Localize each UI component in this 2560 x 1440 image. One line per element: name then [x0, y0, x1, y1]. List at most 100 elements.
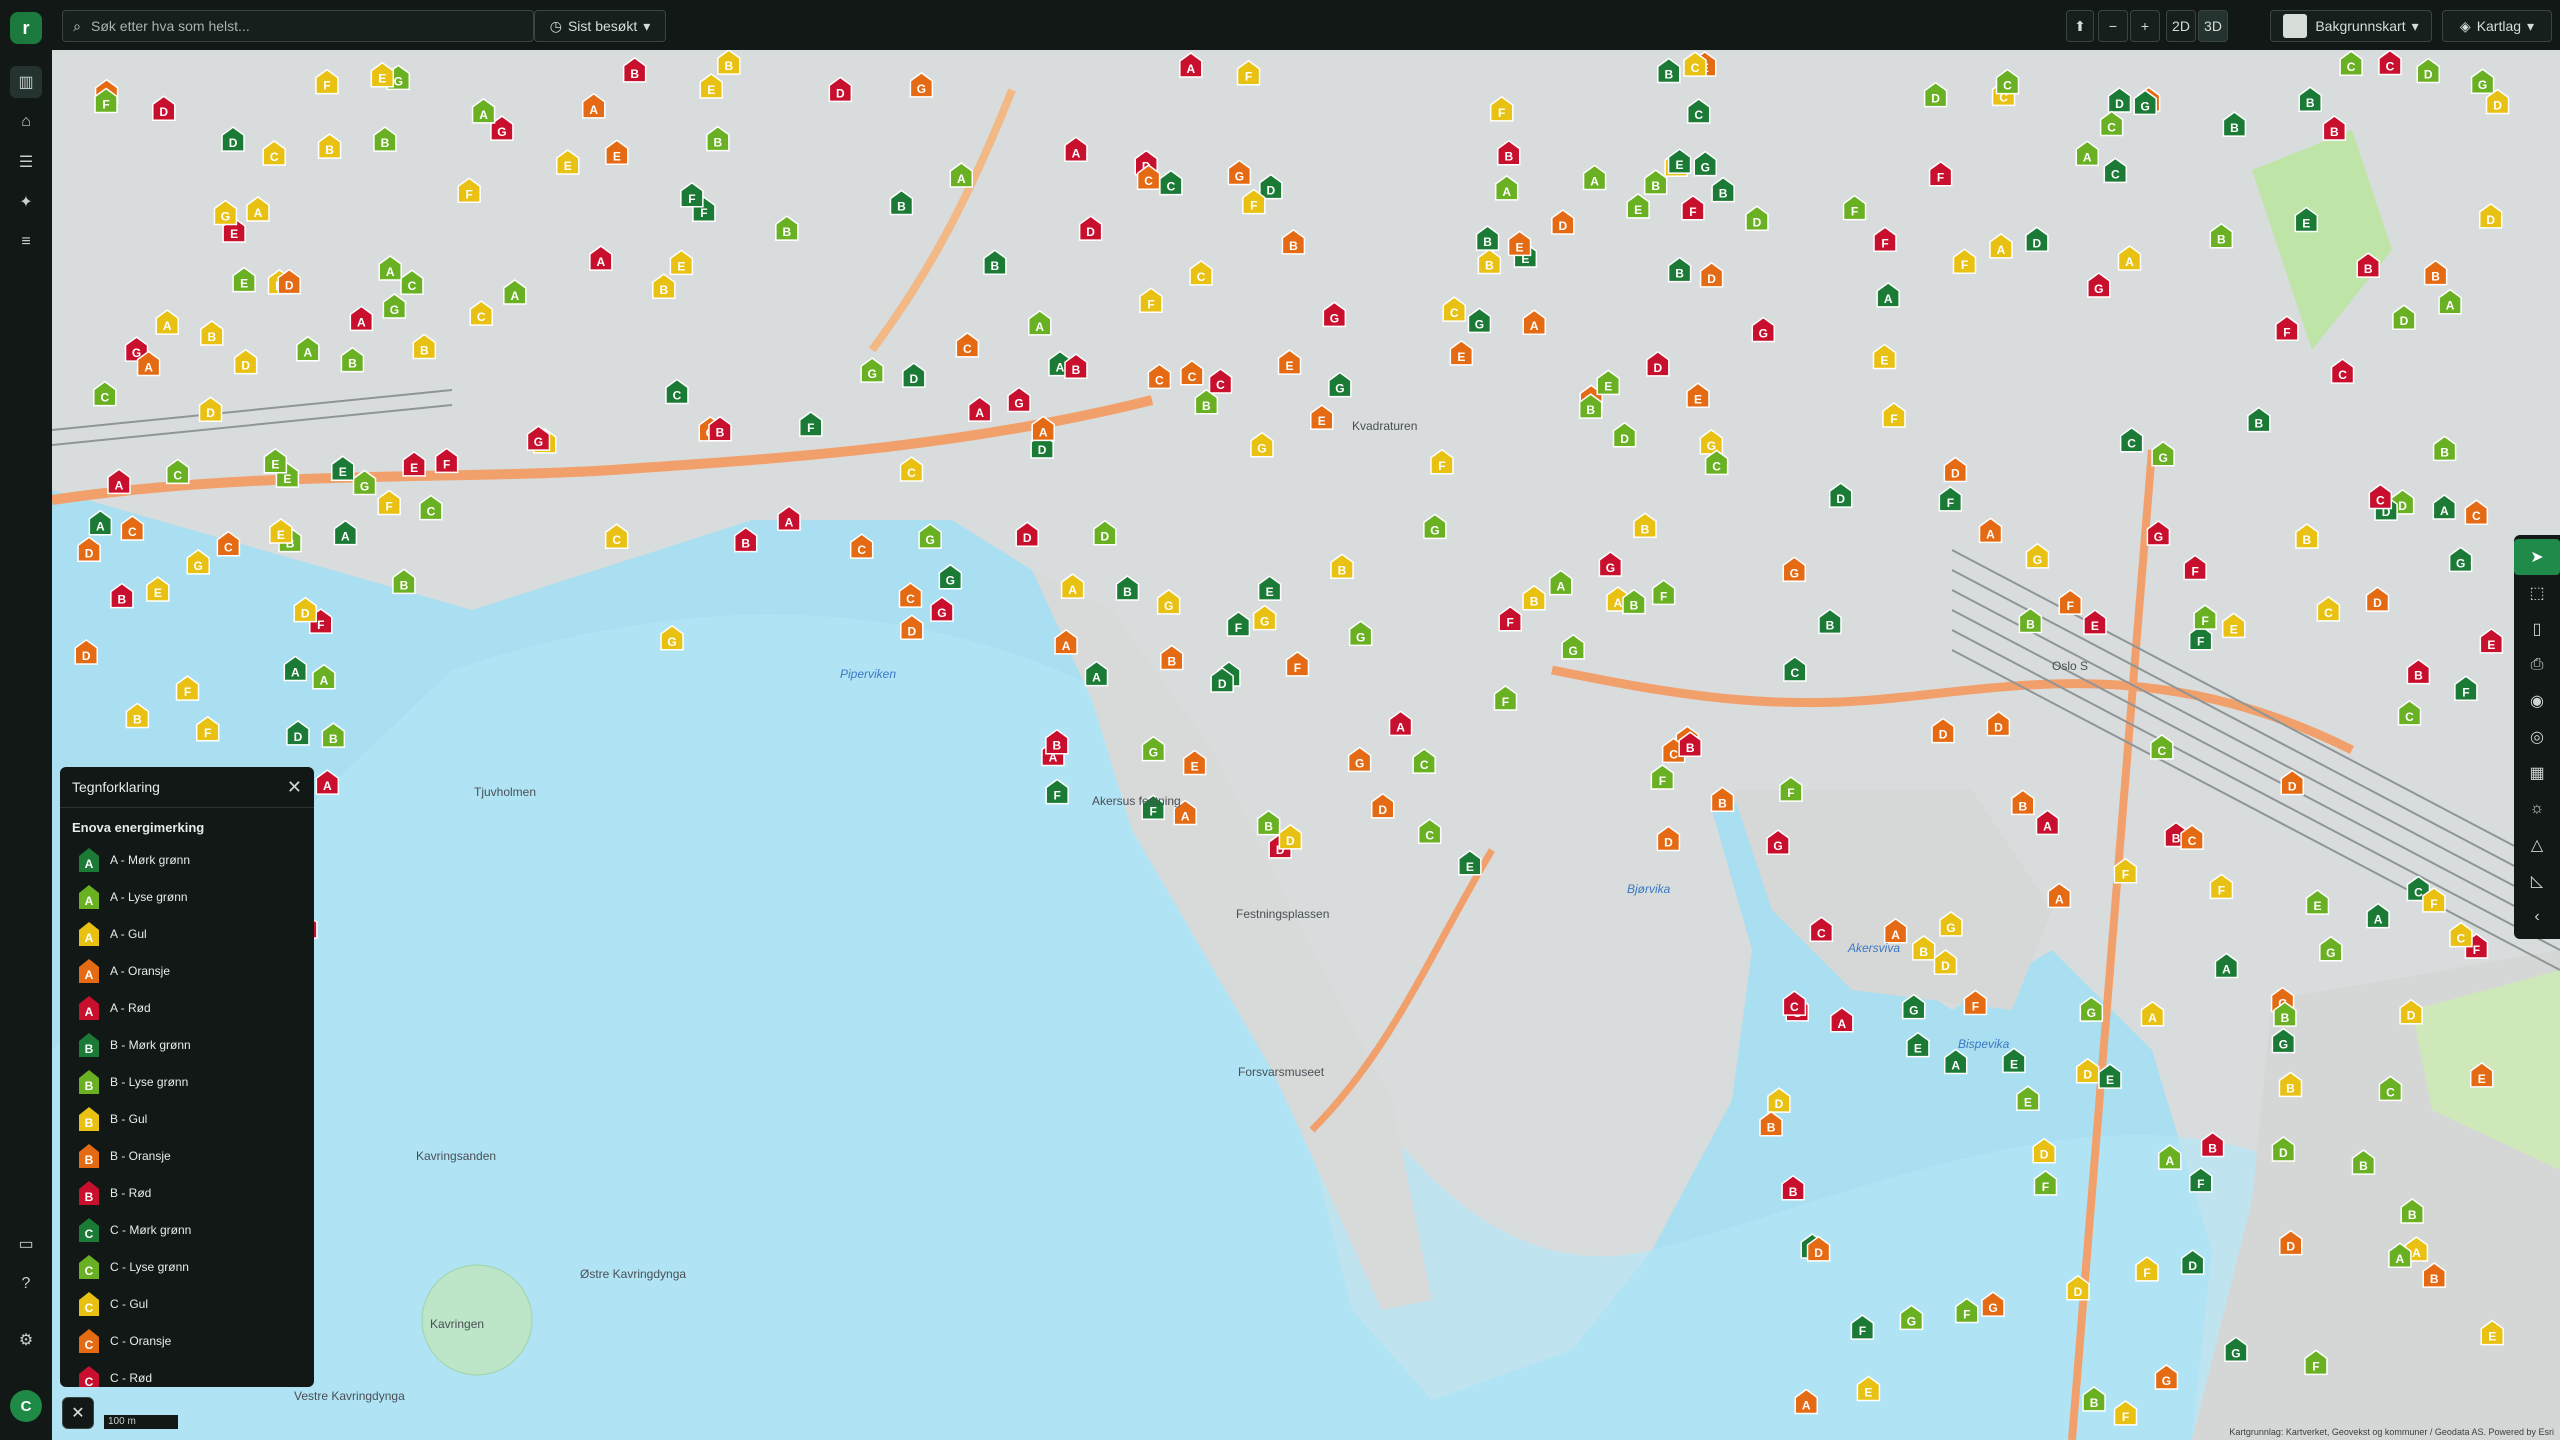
- svg-text:G: G: [1773, 839, 1782, 853]
- print-icon[interactable]: ⎙: [2514, 647, 2560, 683]
- bookmark-icon[interactable]: ▯: [2514, 611, 2560, 647]
- map-label-piperviken: Piperviken: [840, 667, 896, 681]
- svg-text:C: C: [85, 1264, 94, 1278]
- svg-text:E: E: [2024, 1095, 2032, 1109]
- svg-text:C: C: [2405, 710, 2414, 724]
- svg-text:D: D: [2424, 68, 2433, 82]
- svg-text:D: D: [1814, 1246, 1823, 1260]
- select-tool-icon[interactable]: ➤: [2514, 539, 2560, 575]
- svg-text:F: F: [386, 500, 393, 514]
- compass-button[interactable]: ⬆: [2066, 10, 2094, 42]
- svg-text:G: G: [2279, 1038, 2288, 1052]
- legend-item-label: B - Gul: [110, 1111, 148, 1126]
- svg-text:C: C: [1817, 926, 1826, 940]
- svg-text:E: E: [283, 472, 291, 486]
- svg-text:A: A: [785, 515, 794, 529]
- avatar[interactable]: C: [10, 1390, 42, 1422]
- box-select-icon[interactable]: ⬚: [2514, 575, 2560, 611]
- svg-text:B: B: [2303, 533, 2312, 547]
- svg-text:C: C: [408, 279, 417, 293]
- svg-text:A: A: [291, 665, 300, 679]
- svg-text:C: C: [963, 342, 972, 356]
- close-icon[interactable]: ✕: [287, 777, 302, 798]
- help-icon[interactable]: ?: [10, 1268, 42, 1300]
- svg-text:C: C: [2386, 1085, 2395, 1099]
- measure-icon[interactable]: △: [2514, 827, 2560, 863]
- svg-text:D: D: [1620, 432, 1629, 446]
- list-icon[interactable]: ☰: [10, 146, 42, 178]
- basemap-icon[interactable]: ▦: [2514, 755, 2560, 791]
- svg-text:F: F: [184, 685, 191, 699]
- profile-icon[interactable]: ◺: [2514, 863, 2560, 899]
- sparkle-icon[interactable]: ✦: [10, 186, 42, 218]
- compass-icon: ⬆: [2074, 17, 2086, 34]
- svg-text:A: A: [1092, 671, 1101, 685]
- app-logo[interactable]: r: [10, 12, 42, 44]
- location-icon[interactable]: ◎: [2514, 719, 2560, 755]
- svg-text:G: G: [1475, 317, 1484, 331]
- svg-text:A: A: [2125, 255, 2134, 269]
- tag-icon[interactable]: ⌂: [10, 106, 42, 138]
- legend-item-label: B - Lyse grønn: [110, 1074, 189, 1089]
- mode-2d-button[interactable]: 2D: [2166, 10, 2196, 42]
- house-marker-icon: B: [79, 1180, 99, 1205]
- svg-text:F: F: [1890, 412, 1897, 426]
- background-map-button[interactable]: Bakgrunnskart ▾: [2270, 10, 2432, 42]
- svg-text:B: B: [1789, 1185, 1798, 1199]
- svg-text:C: C: [1669, 747, 1678, 761]
- svg-text:D: D: [82, 649, 91, 663]
- svg-text:B: B: [1123, 585, 1132, 599]
- svg-text:A: A: [1502, 185, 1511, 199]
- legend-item: A A - Mørk grønn: [60, 841, 314, 878]
- svg-text:B: B: [133, 712, 142, 726]
- zoom-out-button[interactable]: −: [2098, 10, 2128, 42]
- svg-text:G: G: [360, 479, 369, 493]
- svg-text:B: B: [1686, 741, 1695, 755]
- collapse-icon[interactable]: ‹: [2514, 899, 2560, 935]
- search-box[interactable]: ⌕ Søk etter hva som helst...: [62, 10, 534, 42]
- svg-text:A: A: [957, 172, 966, 186]
- search-input[interactable]: Søk etter hva som helst...: [91, 18, 250, 34]
- svg-text:B: B: [2430, 1272, 2439, 1286]
- svg-text:A: A: [163, 319, 172, 333]
- recent-dropdown[interactable]: ◷ Sist besøkt ▾: [534, 10, 666, 42]
- legend-item: B B - Rød: [60, 1174, 314, 1211]
- svg-text:E: E: [240, 277, 248, 291]
- legend-item-label: C - Lyse grønn: [110, 1259, 189, 1274]
- recent-label: Sist besøkt: [567, 18, 638, 34]
- svg-text:C: C: [477, 310, 486, 324]
- legend-item-label: C - Mørk grønn: [110, 1222, 192, 1237]
- map-label-oslo-s: Oslo S: [2052, 659, 2088, 673]
- close-panel-button[interactable]: ✕: [62, 1397, 94, 1429]
- svg-text:D: D: [85, 546, 94, 560]
- layers-button[interactable]: ◈ Kartlag ▾: [2442, 10, 2552, 42]
- svg-text:F: F: [1147, 297, 1154, 311]
- svg-text:G: G: [1946, 921, 1955, 935]
- svg-text:D: D: [2033, 236, 2042, 250]
- svg-text:C: C: [2188, 834, 2197, 848]
- zoom-in-button[interactable]: +: [2130, 10, 2160, 42]
- scale-bar: 100 m: [104, 1415, 178, 1429]
- svg-text:A: A: [2055, 892, 2064, 906]
- svg-text:D: D: [294, 730, 303, 744]
- svg-text:F: F: [2473, 943, 2480, 957]
- svg-text:A: A: [254, 206, 263, 220]
- svg-text:F: F: [2122, 1410, 2129, 1424]
- sun-icon[interactable]: ☼: [2514, 791, 2560, 827]
- svg-text:F: F: [1937, 171, 1944, 185]
- svg-text:C: C: [1425, 828, 1434, 842]
- camera-icon[interactable]: ◉: [2514, 683, 2560, 719]
- settings-icon[interactable]: ⚙: [10, 1324, 42, 1356]
- filter-icon[interactable]: ≡: [10, 226, 42, 258]
- svg-text:A: A: [1951, 1059, 1960, 1073]
- mode-3d-button[interactable]: 3D: [2198, 10, 2228, 42]
- svg-text:G: G: [2162, 1374, 2171, 1388]
- chat-icon[interactable]: ▭: [10, 1228, 42, 1260]
- map-canvas[interactable]: BGFBDGDGCGCBCDBFGACDFBGAACAAFCCCGEEGDFFG…: [52, 50, 2560, 1440]
- svg-text:A: A: [1997, 243, 2006, 257]
- svg-text:B: B: [2414, 669, 2423, 683]
- svg-text:G: G: [1235, 170, 1244, 184]
- svg-text:B: B: [1718, 796, 1727, 810]
- svg-text:C: C: [1216, 378, 1225, 392]
- map-view-icon[interactable]: ▥: [10, 66, 42, 98]
